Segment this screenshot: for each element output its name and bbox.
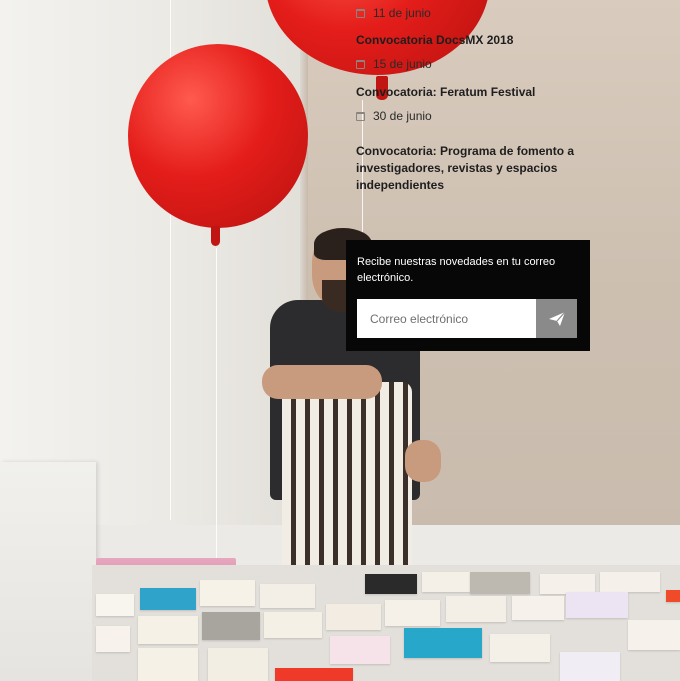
paper-card [96,626,130,652]
email-input[interactable] [357,299,536,338]
balloon-string [216,248,217,568]
paper-card [264,612,322,638]
calendar-icon [356,8,365,18]
paper-card [138,648,198,681]
paper-card [96,594,134,616]
person-hand-right [405,440,441,482]
paper-plane-icon [548,311,565,326]
newsletter-form [357,299,577,338]
paper-card [208,648,268,681]
paper-card [140,588,196,610]
paper-card [540,574,595,594]
newsletter-box: Recibe nuestras novedades en tu correo e… [346,240,590,351]
event-date: 11 de junio [356,2,614,24]
paper-card [512,596,564,620]
paper-card [275,668,353,681]
paper-card [365,574,417,594]
person-arm-left [262,365,382,399]
paper-card [404,628,482,658]
balloon-knot [211,226,220,246]
submit-button[interactable] [536,299,577,338]
paper-card [422,572,470,592]
event-date-text: 30 de junio [373,109,432,123]
paper-card [138,616,198,644]
paper-card [560,652,620,681]
paper-card [260,584,315,608]
paper-card [446,596,506,622]
paper-card [202,612,260,640]
paper-card [566,592,628,618]
event-date: 15 de junio [356,53,614,75]
paper-card [600,572,660,592]
paper-card [470,572,530,594]
calendar-icon [356,111,365,121]
event-title-link[interactable]: Convocatoria DocsMX 2018 [356,32,614,49]
white-panel [0,462,96,681]
calendar-icon [356,59,365,69]
events-list: 11 de junio Convocatoria DocsMX 2018 15 … [354,0,614,198]
event-date-text: 11 de junio [373,6,431,20]
striped-apron [282,382,412,582]
event-title-link[interactable]: Convocatoria: Feratum Festival [356,84,614,101]
paper-card [490,634,550,662]
paper-card [385,600,440,626]
red-balloon-left [128,44,308,228]
paper-card [200,580,255,606]
newsletter-text: Recibe nuestras novedades en tu correo e… [357,256,556,284]
paper-card [628,620,680,650]
event-date-text: 15 de junio [373,57,432,71]
paper-card [666,590,680,602]
paper-card [326,604,381,630]
event-title-link[interactable]: Convocatoria: Programa de fomento a inve… [356,143,606,194]
event-date: 30 de junio [356,105,614,127]
paper-card [330,636,390,664]
